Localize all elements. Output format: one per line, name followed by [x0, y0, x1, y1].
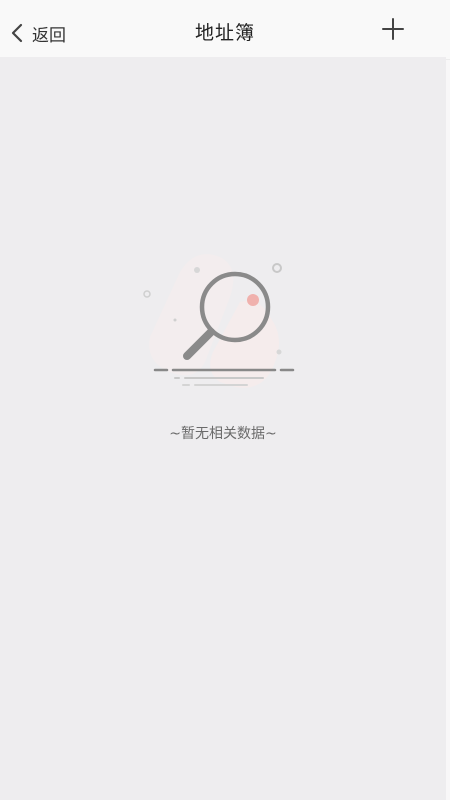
nav-header: 返回 地址簿 — [0, 0, 450, 60]
magnifier-icon — [143, 254, 295, 388]
content-area: ~暂无相关数据~ — [0, 57, 446, 800]
plus-icon — [380, 18, 406, 46]
empty-illustration — [135, 242, 315, 397]
empty-state-message: ~暂无相关数据~ — [169, 426, 277, 442]
add-button[interactable] — [380, 16, 406, 42]
